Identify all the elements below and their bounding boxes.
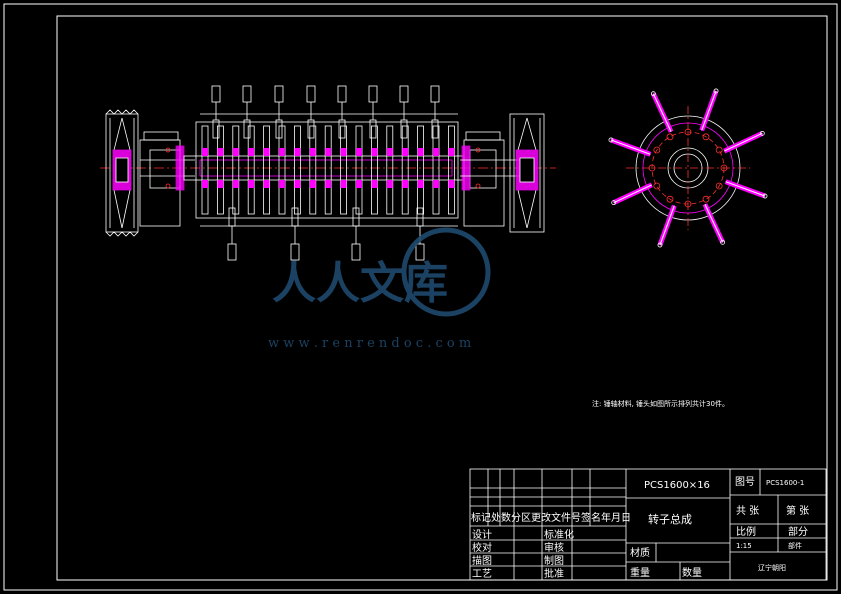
rotor-disc bbox=[370, 125, 378, 215]
disc-hub bbox=[294, 148, 301, 156]
disc-hub bbox=[294, 180, 301, 188]
hammer-head bbox=[227, 243, 237, 261]
rotor-disc bbox=[340, 125, 348, 215]
disc-hub bbox=[417, 148, 424, 156]
rotor-disc bbox=[432, 125, 440, 215]
disc-hub bbox=[433, 148, 439, 156]
disc-hub bbox=[217, 148, 224, 156]
rotor-disc bbox=[386, 125, 394, 215]
drawing-no: PCS1600-1 bbox=[766, 479, 804, 487]
disc-hub bbox=[309, 180, 316, 188]
role-right: 审核 bbox=[544, 541, 564, 554]
hammer-head bbox=[211, 85, 221, 103]
disc-hub bbox=[248, 148, 255, 156]
role-right: 制图 bbox=[544, 554, 564, 567]
hammer-head bbox=[306, 85, 316, 103]
sheet-label: 第 张 bbox=[786, 504, 809, 517]
bolt-hole bbox=[702, 195, 710, 203]
disc-hub bbox=[248, 180, 255, 188]
drawing-name: 转子总成 bbox=[648, 512, 692, 526]
disc-hub bbox=[325, 180, 332, 188]
disc-hub bbox=[356, 180, 362, 188]
hammer-head bbox=[399, 85, 409, 103]
disc-hub bbox=[279, 180, 285, 188]
disc-hub bbox=[202, 180, 208, 188]
scale-value: 1:15 bbox=[736, 542, 752, 550]
watermark: 人人文库 w w w . r e n r e n d o c . c o m bbox=[268, 227, 491, 351]
technical-note: 注: 锤轴材料, 锤头如图所示排列共计30件。 bbox=[592, 399, 729, 408]
weight-label: 重量 bbox=[630, 566, 650, 579]
disc-hub bbox=[371, 180, 378, 188]
role-left: 设计 bbox=[472, 528, 492, 541]
hammer-head bbox=[430, 85, 440, 103]
rotor-disc bbox=[278, 125, 286, 215]
disc-hub bbox=[371, 148, 378, 156]
part-label: 部分 bbox=[788, 525, 808, 538]
bolt-hole bbox=[653, 182, 661, 190]
disc-hub bbox=[402, 148, 409, 156]
disc-hub bbox=[433, 180, 439, 188]
material-label: 材质 bbox=[630, 546, 650, 559]
bolt-hole bbox=[715, 146, 723, 154]
disc-hub bbox=[340, 148, 347, 156]
disc-hub bbox=[386, 180, 393, 188]
bolt-hole bbox=[666, 133, 674, 141]
role-left: 描图 bbox=[472, 554, 492, 567]
disc-hub bbox=[448, 148, 455, 156]
watermark-url: w w w . r e n r e n d o c . c o m bbox=[268, 336, 471, 351]
rotor-disc bbox=[263, 125, 271, 215]
disc-hub bbox=[402, 180, 409, 188]
right-flywheel bbox=[509, 113, 545, 233]
left-pulley bbox=[105, 109, 139, 237]
rotor-disc bbox=[355, 125, 363, 215]
role-right: 批准 bbox=[544, 567, 564, 580]
left-bearing bbox=[139, 131, 195, 227]
rotor-end-view bbox=[608, 88, 768, 248]
role-right: 标准化 bbox=[544, 528, 574, 541]
disc-hub bbox=[279, 148, 285, 156]
disc-hub bbox=[232, 148, 239, 156]
hammer-head bbox=[242, 85, 252, 103]
role-left: 校对 bbox=[472, 541, 492, 554]
rotor-disc bbox=[401, 125, 409, 215]
revision-header: 标记处数分区更改文件号签名年月日 bbox=[471, 511, 631, 524]
disc-hub bbox=[356, 148, 362, 156]
disc-hub bbox=[340, 180, 347, 188]
drawing-no-label: 图号 bbox=[735, 476, 755, 488]
disc-hub bbox=[309, 148, 316, 156]
rotor-disc bbox=[293, 125, 301, 215]
rotor-disc bbox=[201, 125, 209, 215]
rotor-side-view bbox=[100, 85, 556, 261]
hammer-head bbox=[274, 85, 284, 103]
disc-hub bbox=[217, 180, 224, 188]
company-name: 辽宁朝阳 bbox=[758, 563, 786, 572]
disc-hub bbox=[448, 180, 455, 188]
disc-hub bbox=[232, 180, 239, 188]
rotor-disc bbox=[324, 125, 332, 215]
right-bearing bbox=[460, 131, 520, 227]
quantity-label: 数量 bbox=[682, 566, 702, 579]
hammer-head bbox=[337, 85, 347, 103]
rotor-disc bbox=[447, 125, 455, 215]
watermark-brand: 人人文库 bbox=[272, 258, 448, 309]
disc-hub bbox=[202, 148, 208, 156]
rotor-disc bbox=[247, 125, 255, 215]
role-left: 工艺 bbox=[472, 568, 492, 580]
disc-hub bbox=[325, 148, 332, 156]
hammer-head bbox=[368, 85, 378, 103]
rotor-disc bbox=[232, 125, 240, 215]
rotor-disc bbox=[309, 125, 317, 215]
scale-label: 比例 bbox=[736, 525, 756, 538]
rotor-disc bbox=[417, 125, 425, 215]
rotor-disc bbox=[216, 125, 224, 215]
model-number: PCS1600×16 bbox=[644, 480, 710, 491]
sheets-total-label: 共 张 bbox=[736, 505, 759, 517]
disc-hub bbox=[263, 148, 270, 156]
part-value: 部件 bbox=[788, 541, 802, 550]
disc-hub bbox=[417, 180, 424, 188]
cad-drawing: 人人文库 w w w . r e n r e n d o c . c o m 注… bbox=[3, 3, 838, 591]
disc-hub bbox=[386, 148, 393, 156]
disc-hub bbox=[263, 180, 270, 188]
title-block-text: PCS1600×16 转子总成 图号 PCS1600-1 共 张 第 张 比例 … bbox=[471, 476, 809, 580]
